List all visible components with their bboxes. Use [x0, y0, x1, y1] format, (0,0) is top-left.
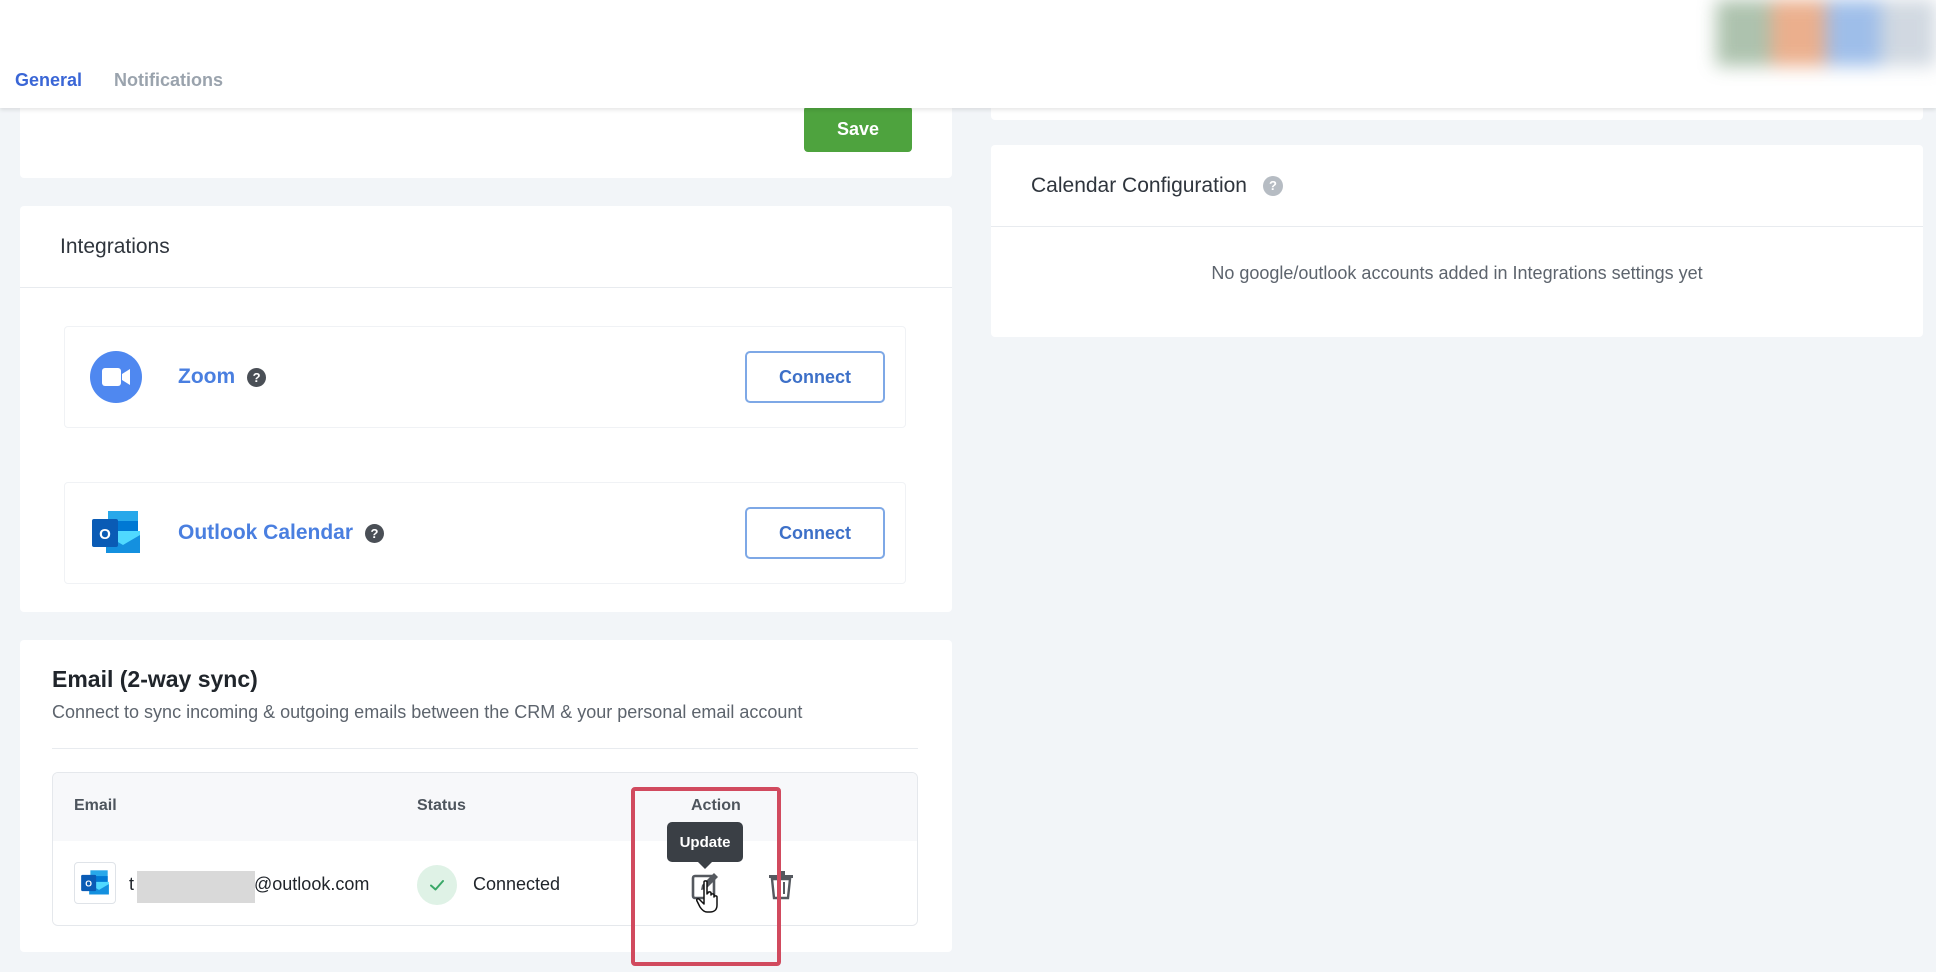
- hand-cursor-icon: [696, 880, 718, 913]
- table-row: O t @outlook.com Connected: [53, 841, 917, 925]
- outlook-icon: O: [74, 862, 116, 904]
- column-email: Email: [74, 797, 117, 814]
- calendar-configuration-header: Calendar Configuration ?: [991, 145, 1923, 227]
- tab-notifications[interactable]: Notifications: [114, 70, 223, 91]
- tab-general[interactable]: General: [15, 70, 82, 91]
- status-label: Connected: [473, 874, 561, 894]
- svg-text:O: O: [85, 878, 92, 888]
- email-sync-subtitle: Connect to sync incoming & outgoing emai…: [52, 702, 803, 722]
- outlook-icon: O: [92, 511, 140, 553]
- outlook-connect-button[interactable]: Connect: [745, 507, 885, 559]
- help-icon[interactable]: ?: [1262, 175, 1283, 196]
- table-header: Email Status Action: [53, 773, 917, 841]
- zoom-connect-button[interactable]: Connect: [745, 351, 885, 403]
- help-icon[interactable]: ?: [247, 367, 267, 387]
- divider: [52, 748, 918, 749]
- general-settings-card: Save: [20, 100, 952, 178]
- column-action: Action: [691, 797, 741, 814]
- top-header: General Notifications: [0, 0, 1936, 108]
- email-accounts-table: Email Status Action O t@outlook.com Con: [52, 772, 918, 926]
- calendar-empty-message: No google/outlook accounts added in Inte…: [1211, 263, 1703, 283]
- check-icon: [417, 865, 457, 905]
- update-tooltip: Update: [667, 822, 743, 869]
- column-status: Status: [417, 797, 466, 814]
- trash-icon[interactable]: [767, 870, 795, 900]
- integration-row-zoom: Zoom ? Connect: [64, 326, 906, 428]
- integrations-card: Integrations Zoom ? Connect O Outlook Ca…: [20, 206, 952, 612]
- svg-text:O: O: [99, 526, 111, 543]
- integration-row-outlook: O Outlook Calendar ? Connect: [64, 482, 906, 584]
- calendar-configuration-card: Calendar Configuration ? No google/outlo…: [991, 145, 1923, 337]
- zoom-icon: [90, 351, 142, 403]
- user-avatars-blurred[interactable]: [1716, 0, 1936, 66]
- calendar-configuration-title: Calendar Configuration: [1031, 173, 1247, 197]
- help-icon[interactable]: ?: [365, 523, 385, 543]
- zoom-label[interactable]: Zoom ?: [178, 365, 267, 389]
- integrations-title: Integrations: [20, 206, 952, 288]
- redacted-email-block: [137, 871, 255, 903]
- outlook-calendar-label[interactable]: Outlook Calendar ?: [178, 521, 385, 545]
- email-sync-title: Email (2-way sync): [52, 666, 258, 692]
- save-button[interactable]: Save: [804, 106, 912, 152]
- settings-tabs: General Notifications: [15, 70, 223, 91]
- email-sync-card: Email (2-way sync) Connect to sync incom…: [20, 640, 952, 952]
